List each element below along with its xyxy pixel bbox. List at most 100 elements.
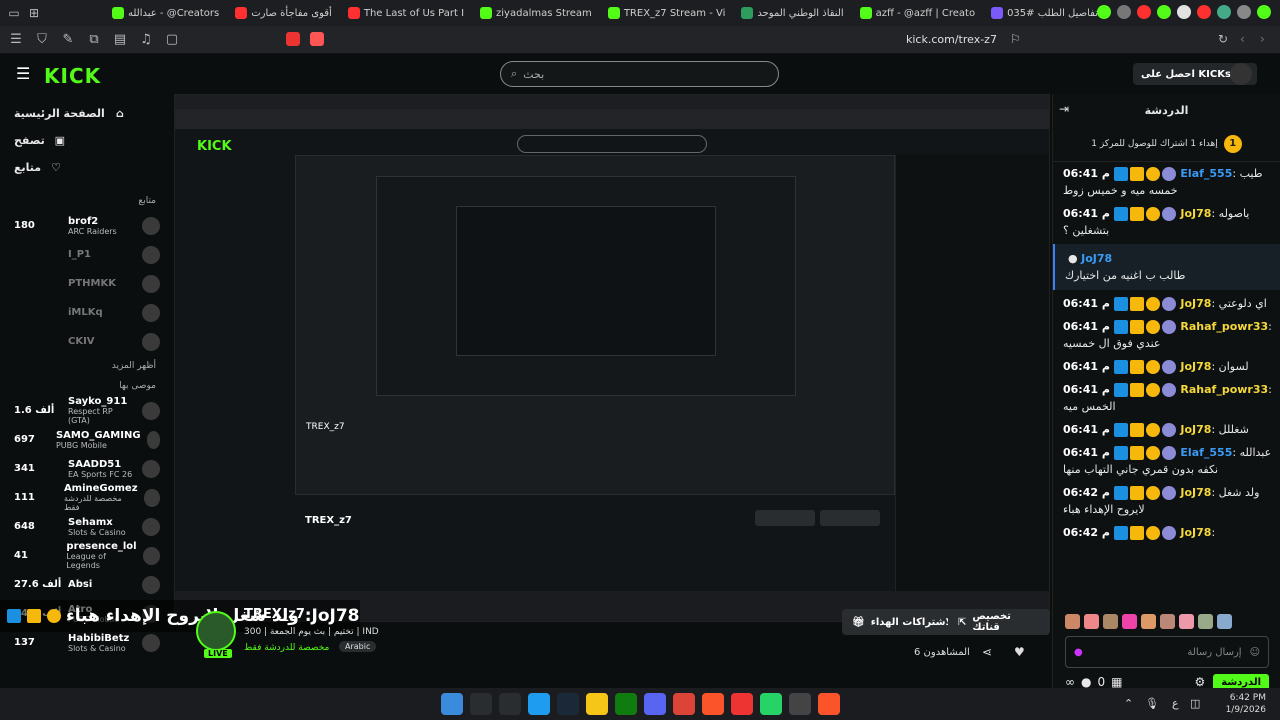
settings-icon[interactable]: ⚙ — [1194, 675, 1205, 689]
brave-shield-icon[interactable] — [310, 32, 324, 46]
emote-icon[interactable] — [1141, 614, 1156, 629]
mic-tray-icon[interactable]: 🎙︎ — [1145, 697, 1159, 710]
chat-message[interactable]: 06:41 م Rahaf_powr33: عندي فوق ال خمسيه — [1053, 315, 1280, 355]
youtube-icon[interactable] — [1197, 5, 1211, 19]
browser-tab[interactable]: The Last of Us Part I — [340, 2, 472, 24]
lang-indicator[interactable]: ع — [1172, 697, 1179, 710]
channel-item[interactable]: 111 AmineGomez مخصصة للدردشة فقط — [0, 483, 170, 512]
forward-icon[interactable]: › — [1260, 32, 1265, 46]
chat-message[interactable]: 06:41 م JoJ78: شغللل — [1053, 418, 1280, 441]
sidebar-nav-item[interactable]: ⌂ الصفحة الرئيسية — [0, 100, 170, 127]
tab-list-icon[interactable]: ⊞ — [24, 6, 44, 20]
ext-icon[interactable] — [1097, 5, 1111, 19]
emote-icon[interactable] — [1179, 614, 1194, 629]
ext-icon[interactable] — [1237, 5, 1251, 19]
follow-heart-icon[interactable]: ♥ — [1014, 645, 1025, 659]
task-view-icon[interactable] — [499, 693, 521, 715]
xbox-icon[interactable] — [615, 693, 637, 715]
chat-message[interactable]: 06:41 م Elaf_555: عبدالله نكفه بدون قمري… — [1053, 441, 1280, 481]
network-icon[interactable]: ◫ — [1190, 697, 1200, 710]
channel-item[interactable]: 41 presence_lol League of Legends — [0, 541, 170, 570]
chat-message[interactable]: 06:41 م JoJ78: لسوان — [1053, 355, 1280, 378]
message-username[interactable]: JoJ78 — [1180, 207, 1211, 220]
folder-icon[interactable] — [586, 693, 608, 715]
language-tag[interactable]: Arabic — [339, 641, 377, 652]
obs-icon[interactable] — [789, 693, 811, 715]
streamer-name[interactable]: TREX_z7 — [244, 607, 305, 622]
infinity-icon[interactable]: ∞ — [1065, 675, 1075, 689]
menu-icon[interactable]: ☰ — [16, 64, 30, 83]
reader-icon[interactable]: ▤ — [112, 32, 128, 47]
streamer-avatar[interactable] — [196, 611, 236, 651]
ext-icon[interactable] — [1117, 5, 1131, 19]
emote-icon[interactable] — [1122, 614, 1137, 629]
mic-icon[interactable]: ● — [1074, 647, 1083, 658]
gift-box-icon[interactable]: ▦ — [1111, 675, 1122, 689]
channel-item[interactable]: 697 SAMO_GAMING PUBG Mobile — [0, 425, 170, 454]
youtube-icon[interactable] — [1137, 5, 1151, 19]
emote-icon[interactable] — [1065, 614, 1080, 629]
message-username[interactable]: JoJ78 — [1081, 252, 1112, 265]
app-icon[interactable] — [731, 693, 753, 715]
back-icon[interactable]: ‹ — [1240, 32, 1245, 46]
chat-message[interactable]: 06:41 م Rahaf_powr33: الخمس ميه — [1053, 378, 1280, 418]
whatsapp-icon[interactable] — [760, 693, 782, 715]
reload-icon[interactable]: ↻ — [1218, 32, 1228, 46]
search-icon[interactable] — [470, 693, 492, 715]
browser-tab[interactable]: ziyadalmas Stream — [472, 2, 600, 24]
tab-icon[interactable]: ▢ — [164, 32, 180, 47]
channel-item[interactable]: 27.6 ألف Absi — [0, 570, 170, 599]
emote-icon[interactable] — [1103, 614, 1118, 629]
show-more-link[interactable]: أظهر المزيد — [0, 356, 170, 376]
browser-tab[interactable]: تفاصيل الطلب #035 — [983, 2, 1106, 24]
tray-up-icon[interactable]: ⌃ — [1124, 697, 1133, 710]
sidebar-nav-item[interactable]: ♡ متابع — [0, 154, 170, 181]
channel-item[interactable]: 137 HabibiBetz Slots & Casino — [0, 628, 170, 657]
channel-item[interactable]: CKIV — [0, 327, 170, 356]
channel-item[interactable]: 1.6 ألف Sayko_911 Respect RP (GTA) — [0, 396, 170, 425]
sidebar-nav-item[interactable]: ▣ تصفح — [0, 127, 170, 154]
message-username[interactable]: JoJ78 — [1180, 297, 1211, 310]
ext-icon[interactable] — [1217, 5, 1231, 19]
channel-item[interactable]: 341 SAADD51 EA Sports FC 26 — [0, 454, 170, 483]
emote-icon[interactable] — [1217, 614, 1232, 629]
brave-active-icon[interactable] — [818, 693, 840, 715]
kick-logo[interactable]: KICK — [44, 64, 101, 88]
chat-input[interactable]: ☺ إرسال رسالة ● — [1065, 636, 1269, 668]
chat-message[interactable]: 06:42 م JoJ78: ولد شغل لايروح الإهداء هب… — [1053, 481, 1280, 521]
chat-message[interactable]: 06:42 م JoJ78: — [1053, 521, 1280, 544]
emote-icon[interactable] — [1198, 614, 1213, 629]
message-username[interactable]: JoJ78 — [1180, 486, 1211, 499]
message-username[interactable]: Rahaf_powr33 — [1180, 383, 1268, 396]
start-icon[interactable] — [441, 693, 463, 715]
message-username[interactable]: Elaf_555 — [1180, 446, 1232, 459]
clock[interactable]: 6:42 PM 1/9/2026 — [1226, 692, 1266, 716]
customize-button[interactable]: ⇱ تخصيص قناتك — [948, 609, 1050, 635]
channel-item[interactable]: 648 Sehamx Slots & Casino — [0, 512, 170, 541]
share-icon[interactable]: ⋖ — [982, 645, 992, 659]
browser-tab[interactable]: عبدالله - @Creators — [104, 2, 227, 24]
copy-icon[interactable]: ⧉ — [86, 32, 102, 47]
browser-tab[interactable]: TREX_z7 Stream - Vi — [600, 2, 734, 24]
chat-message[interactable]: 06:41 م JoJ78: ياصوله بتشغلين ؟ — [1053, 202, 1280, 242]
browser-tab[interactable]: أقوى مفاجأة صارت — [227, 2, 340, 24]
extension-icon[interactable]: ✎ — [60, 32, 76, 47]
url-text[interactable]: kick.com/trex-z7 — [906, 33, 997, 46]
stream-category[interactable]: مخصصة للدردشة فقط — [244, 643, 329, 653]
brave-icon[interactable] — [702, 693, 724, 715]
avatar[interactable] — [1230, 63, 1252, 85]
bookmark-icon[interactable]: ⚐ — [1010, 32, 1021, 46]
ext-icon[interactable] — [1257, 5, 1271, 19]
channel-item[interactable]: PTHMKK — [0, 269, 170, 298]
brave-rewards-icon[interactable] — [286, 32, 300, 46]
tiktok-icon[interactable] — [1177, 5, 1191, 19]
channel-item[interactable]: I_P1 — [0, 240, 170, 269]
message-username[interactable]: JoJ78 — [1180, 423, 1211, 436]
chat-message[interactable]: 06:41 م Elaf_555: طيب خمسه ميه و خميس زو… — [1053, 162, 1280, 202]
emote-icon[interactable] — [1084, 614, 1099, 629]
video-player[interactable]: KICK TREX_z7 TREX_z7 — [174, 94, 1050, 622]
music-icon[interactable]: ♫ — [138, 32, 154, 47]
message-username[interactable]: Rahaf_powr33 — [1180, 320, 1268, 333]
message-username[interactable]: JoJ78 — [1180, 526, 1211, 539]
message-username[interactable]: JoJ78 — [1180, 360, 1211, 373]
